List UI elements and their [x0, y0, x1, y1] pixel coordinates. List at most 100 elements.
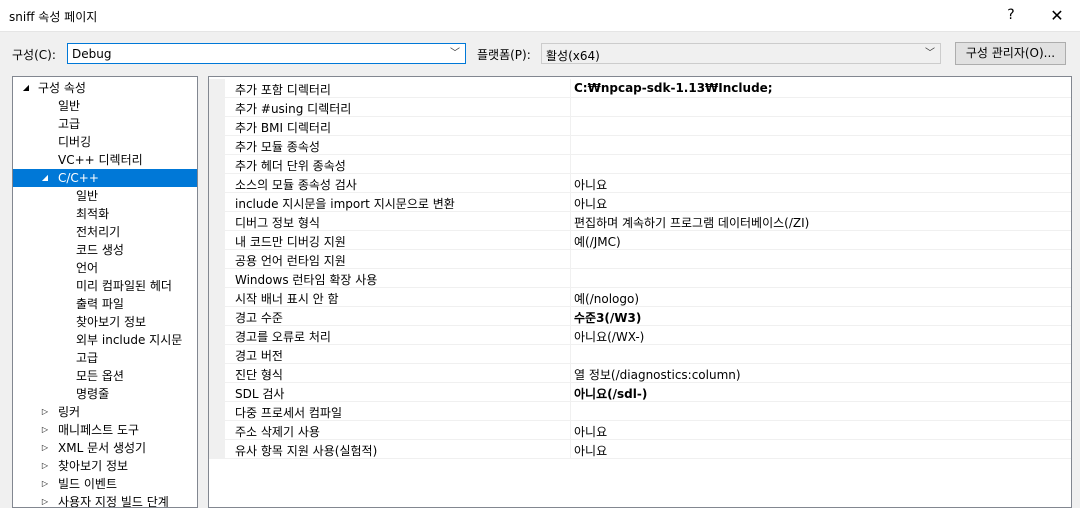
configuration-manager-button[interactable]: 구성 관리자(O)... [955, 42, 1066, 65]
config-dropdown[interactable]: Debug ﹀ [67, 43, 466, 64]
tree-item-label: 빌드 이벤트 [58, 477, 118, 491]
tree-item-label: 고급 [76, 351, 99, 365]
expand-arrow-icon[interactable]: ▷ [40, 493, 50, 507]
tree-item-label: 찾아보기 정보 [76, 315, 147, 329]
property-row[interactable]: 추가 #using 디렉터리 [209, 98, 1071, 117]
property-row[interactable]: 다중 프로세서 컴파일 [209, 402, 1071, 421]
tree-item-label: C/C++ [58, 171, 99, 185]
property-value[interactable]: 아니요 [574, 195, 607, 212]
close-button[interactable]: ✕ [1034, 0, 1080, 31]
tree-item[interactable]: ▷ 사용자 지정 빌드 단계 [13, 493, 197, 507]
tree-item[interactable]: ◢ 구성 속성 [13, 79, 197, 97]
help-button[interactable]: ? [988, 0, 1034, 31]
property-value[interactable]: 아니요 [574, 442, 607, 459]
property-row[interactable]: 경고 수준 수준3(/W3) [209, 307, 1071, 326]
property-value[interactable]: 편집하며 계속하기 프로그램 데이터베이스(/ZI) [574, 214, 809, 231]
tree-item[interactable]: 일반 [13, 187, 197, 205]
expand-arrow-icon[interactable]: ▷ [40, 403, 50, 421]
property-name: 경고를 오류로 처리 [235, 330, 331, 344]
property-row[interactable]: 추가 헤더 단위 종속성 [209, 155, 1071, 174]
row-gutter [209, 440, 225, 458]
tree-item[interactable]: 디버깅 [13, 133, 197, 151]
tree-item[interactable]: 모든 옵션 [13, 367, 197, 385]
row-gutter [209, 383, 225, 401]
property-name: SDL 검사 [235, 387, 285, 401]
row-gutter [209, 136, 225, 154]
row-gutter [209, 250, 225, 268]
property-row[interactable]: SDL 검사 아니요(/sdl-) [209, 383, 1071, 402]
tree-item[interactable]: 미리 컴파일된 헤더 [13, 277, 197, 295]
tree-item[interactable]: ◢ C/C++ [13, 169, 197, 187]
property-name: 소스의 모듈 종속성 검사 [235, 178, 357, 192]
property-value[interactable]: 열 정보(/diagnostics:column) [574, 366, 741, 383]
tree-item[interactable]: ▷ 링커 [13, 403, 197, 421]
property-name: 유사 항목 지원 사용(실험적) [235, 444, 378, 458]
property-row[interactable]: Windows 런타임 확장 사용 [209, 269, 1071, 288]
property-row[interactable]: 추가 포함 디렉터리 C:₩npcap-sdk-1.13₩Include; [209, 79, 1071, 98]
property-value[interactable]: 예(/nologo) [574, 290, 639, 307]
tree-item[interactable]: 전처리기 [13, 223, 197, 241]
property-value[interactable]: 아니요(/WX-) [574, 328, 644, 345]
tree-item-label: 일반 [58, 99, 81, 113]
property-row[interactable]: include 지시문을 import 지시문으로 변환 아니요 [209, 193, 1071, 212]
property-value[interactable]: C:₩npcap-sdk-1.13₩Include; [574, 81, 773, 95]
tree-item[interactable]: 고급 [13, 115, 197, 133]
tree-item[interactable]: 출력 파일 [13, 295, 197, 313]
property-grid[interactable]: 추가 포함 디렉터리 C:₩npcap-sdk-1.13₩Include; 추가 #… [208, 76, 1072, 508]
collapse-arrow-icon[interactable]: ◢ [21, 79, 31, 97]
tree-item[interactable]: ▷ 빌드 이벤트 [13, 475, 197, 493]
column-divider [570, 307, 571, 325]
column-divider [570, 364, 571, 382]
tree-item[interactable]: 고급 [13, 349, 197, 367]
expand-arrow-icon[interactable]: ▷ [40, 457, 50, 475]
property-row[interactable]: 유사 항목 지원 사용(실험적) 아니요 [209, 440, 1071, 459]
platform-label: 플랫폼(P): [477, 48, 531, 62]
property-row[interactable]: 경고를 오류로 처리 아니요(/WX-) [209, 326, 1071, 345]
tree-item[interactable]: 일반 [13, 97, 197, 115]
property-row[interactable]: 추가 BMI 디렉터리 [209, 117, 1071, 136]
tree-item[interactable]: 코드 생성 [13, 241, 197, 259]
collapse-arrow-icon[interactable]: ◢ [40, 169, 50, 187]
property-row[interactable]: 공용 언어 런타임 지원 [209, 250, 1071, 269]
property-row[interactable]: 시작 배너 표시 안 함 예(/nologo) [209, 288, 1071, 307]
property-row[interactable]: 디버그 정보 형식 편집하며 계속하기 프로그램 데이터베이스(/ZI) [209, 212, 1071, 231]
property-row[interactable]: 주소 삭제기 사용 아니요 [209, 421, 1071, 440]
property-value[interactable]: 예(/JMC) [574, 233, 621, 250]
column-divider [570, 269, 571, 287]
column-divider [570, 79, 571, 97]
platform-dropdown[interactable]: 활성(x64) ﹀ [541, 43, 941, 64]
row-gutter [209, 98, 225, 116]
property-row[interactable]: 내 코드만 디버깅 지원 예(/JMC) [209, 231, 1071, 250]
tree-item[interactable]: ▷ 매니페스트 도구 [13, 421, 197, 439]
property-row[interactable]: 추가 모듈 종속성 [209, 136, 1071, 155]
tree-item[interactable]: ▷ 찾아보기 정보 [13, 457, 197, 475]
property-name: 추가 모듈 종속성 [235, 140, 320, 154]
expand-arrow-icon[interactable]: ▷ [40, 475, 50, 493]
property-name: 추가 헤더 단위 종속성 [235, 159, 346, 173]
tree-item[interactable]: VC++ 디렉터리 [13, 151, 197, 169]
tree-item[interactable]: 외부 include 지시문 [13, 331, 197, 349]
property-row[interactable]: 진단 형식 열 정보(/diagnostics:column) [209, 364, 1071, 383]
property-value[interactable]: 아니요 [574, 423, 607, 440]
tree-item[interactable]: 언어 [13, 259, 197, 277]
tree-item[interactable]: 찾아보기 정보 [13, 313, 197, 331]
property-row[interactable]: 경고 버전 [209, 345, 1071, 364]
chevron-down-icon: ﹀ [450, 48, 460, 59]
row-gutter [209, 155, 225, 173]
property-tree[interactable]: ◢ 구성 속성 일반 고급 디버깅 VC++ 디렉터리 ◢ C/C++ 일반 최적화 전처리기 코드 … [12, 76, 198, 508]
property-row[interactable]: 소스의 모듈 종속성 검사 아니요 [209, 174, 1071, 193]
row-gutter [209, 193, 225, 211]
property-name: 진단 형식 [235, 368, 283, 382]
expand-arrow-icon[interactable]: ▷ [40, 439, 50, 457]
tree-item[interactable]: 명령줄 [13, 385, 197, 403]
property-value[interactable]: 아니요(/sdl-) [574, 385, 647, 402]
tree-item-label: 외부 include 지시문 [76, 333, 183, 347]
tree-item[interactable]: ▷ XML 문서 생성기 [13, 439, 197, 457]
tree-item-label: 디버깅 [58, 135, 92, 149]
property-value[interactable]: 수준3(/W3) [574, 309, 641, 326]
expand-arrow-icon[interactable]: ▷ [40, 421, 50, 439]
tree-item-label: 출력 파일 [76, 297, 124, 311]
tree-item-label: 명령줄 [76, 387, 110, 401]
property-value[interactable]: 아니요 [574, 176, 607, 193]
tree-item[interactable]: 최적화 [13, 205, 197, 223]
